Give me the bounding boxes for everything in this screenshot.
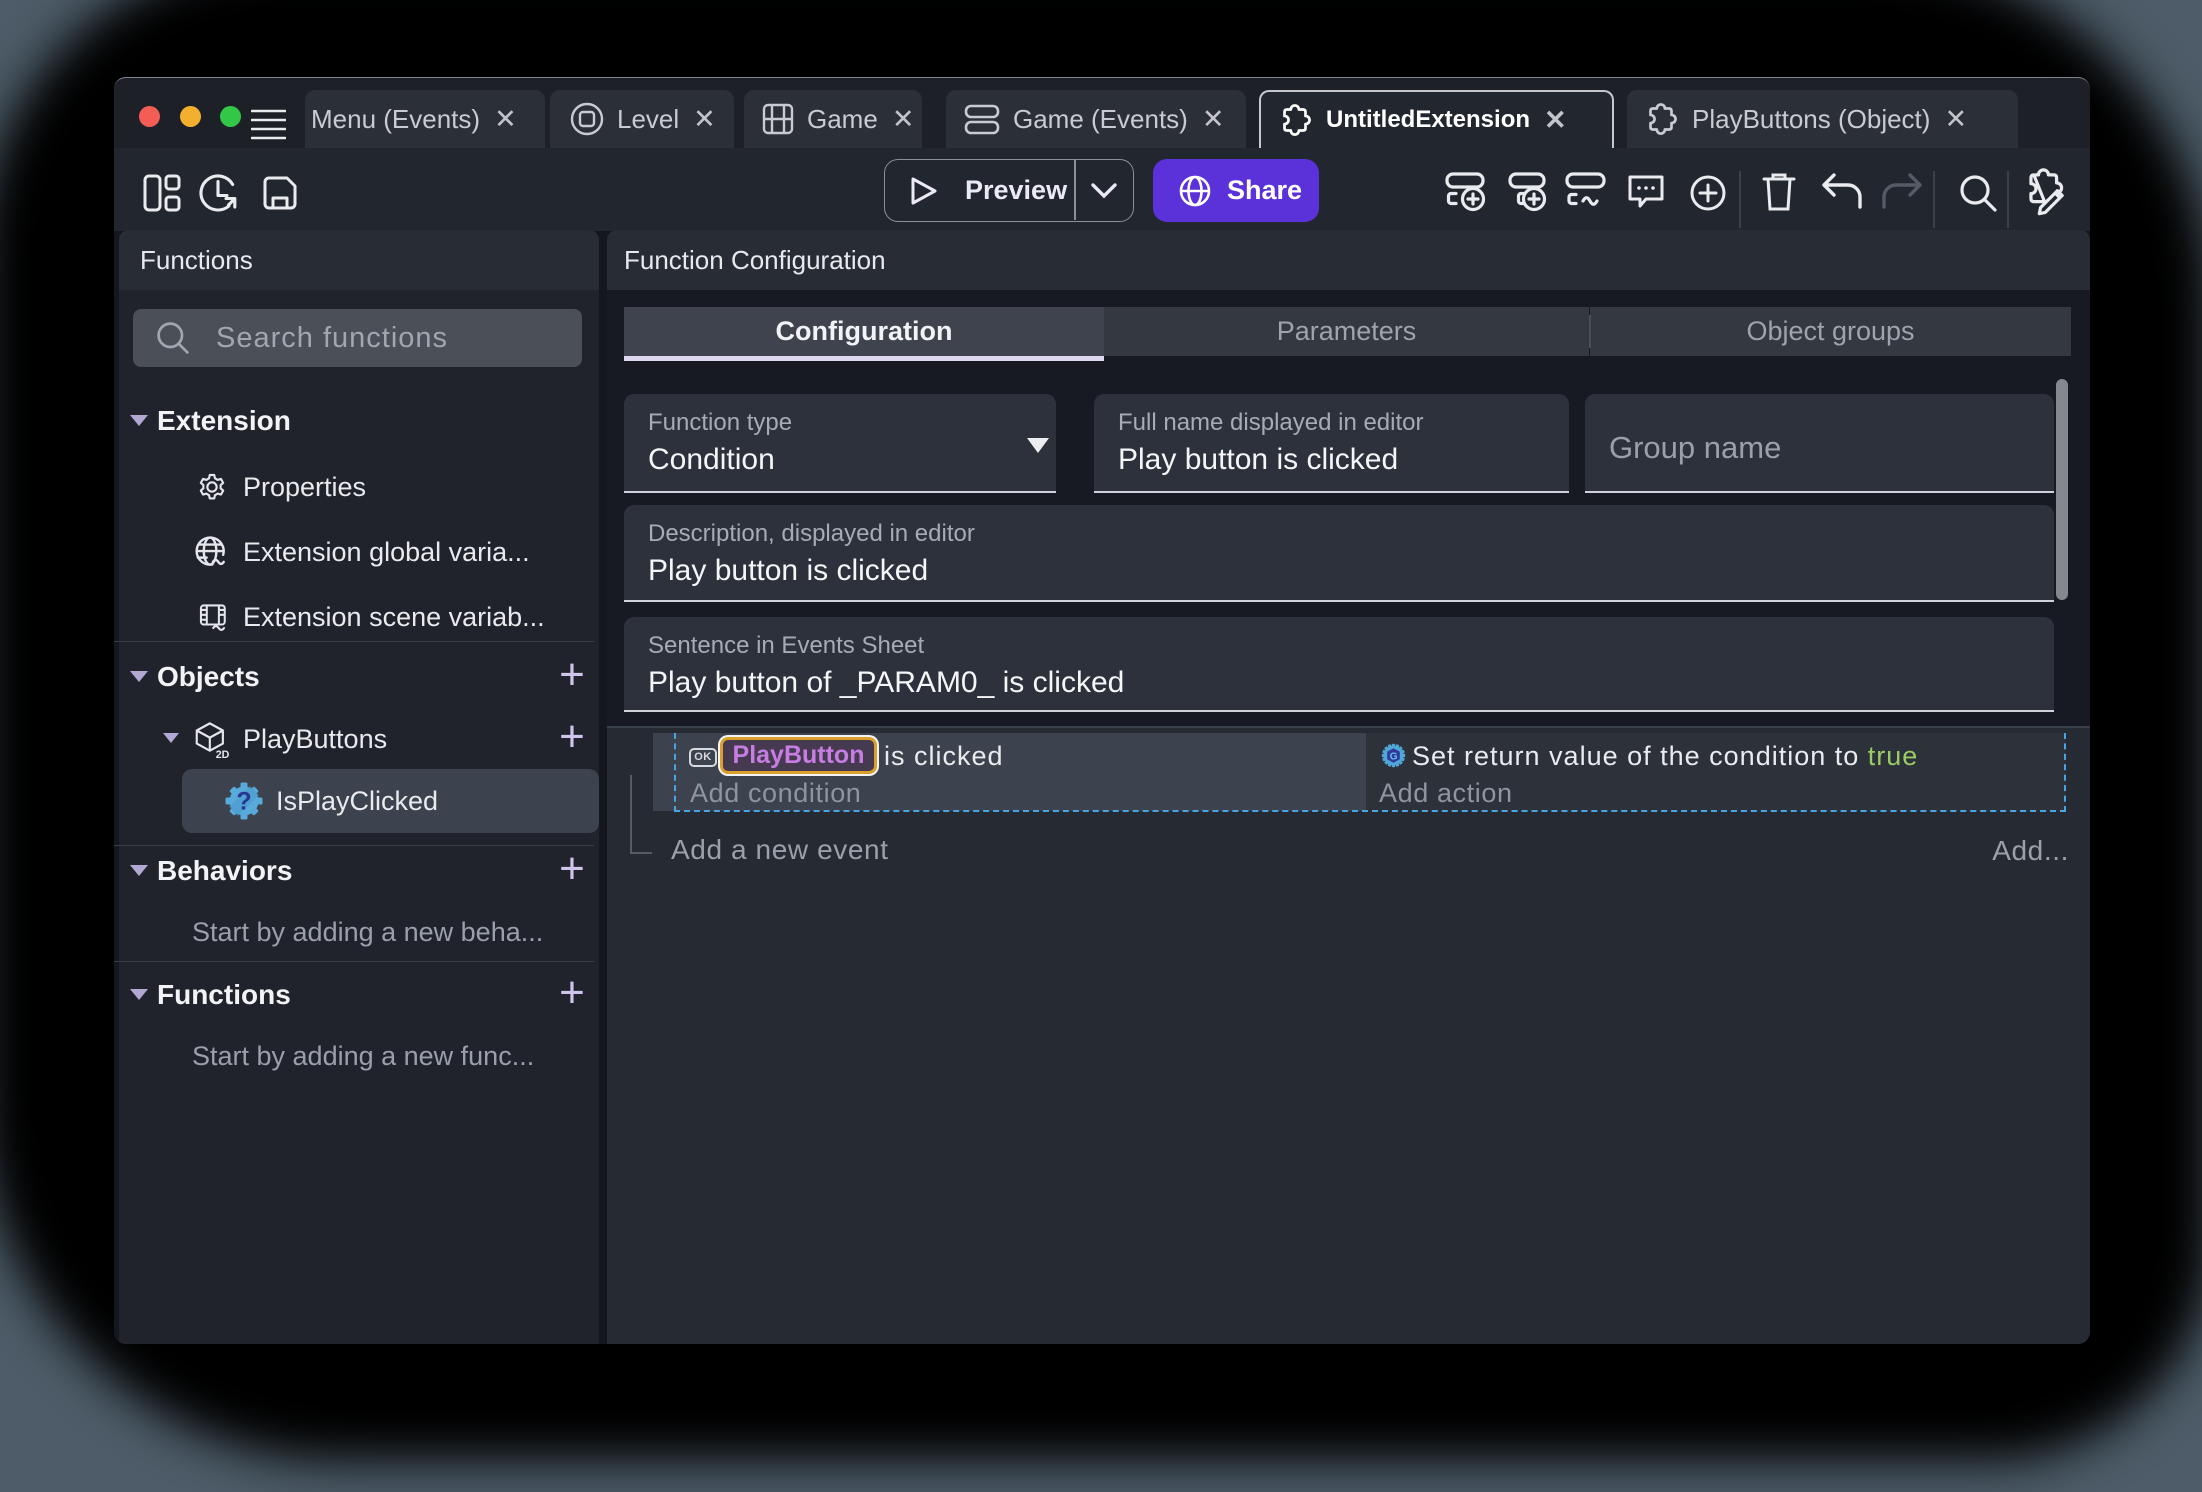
svg-text:2D: 2D bbox=[216, 749, 229, 759]
svg-text:G: G bbox=[1390, 751, 1398, 762]
svg-text:?: ? bbox=[236, 788, 251, 816]
